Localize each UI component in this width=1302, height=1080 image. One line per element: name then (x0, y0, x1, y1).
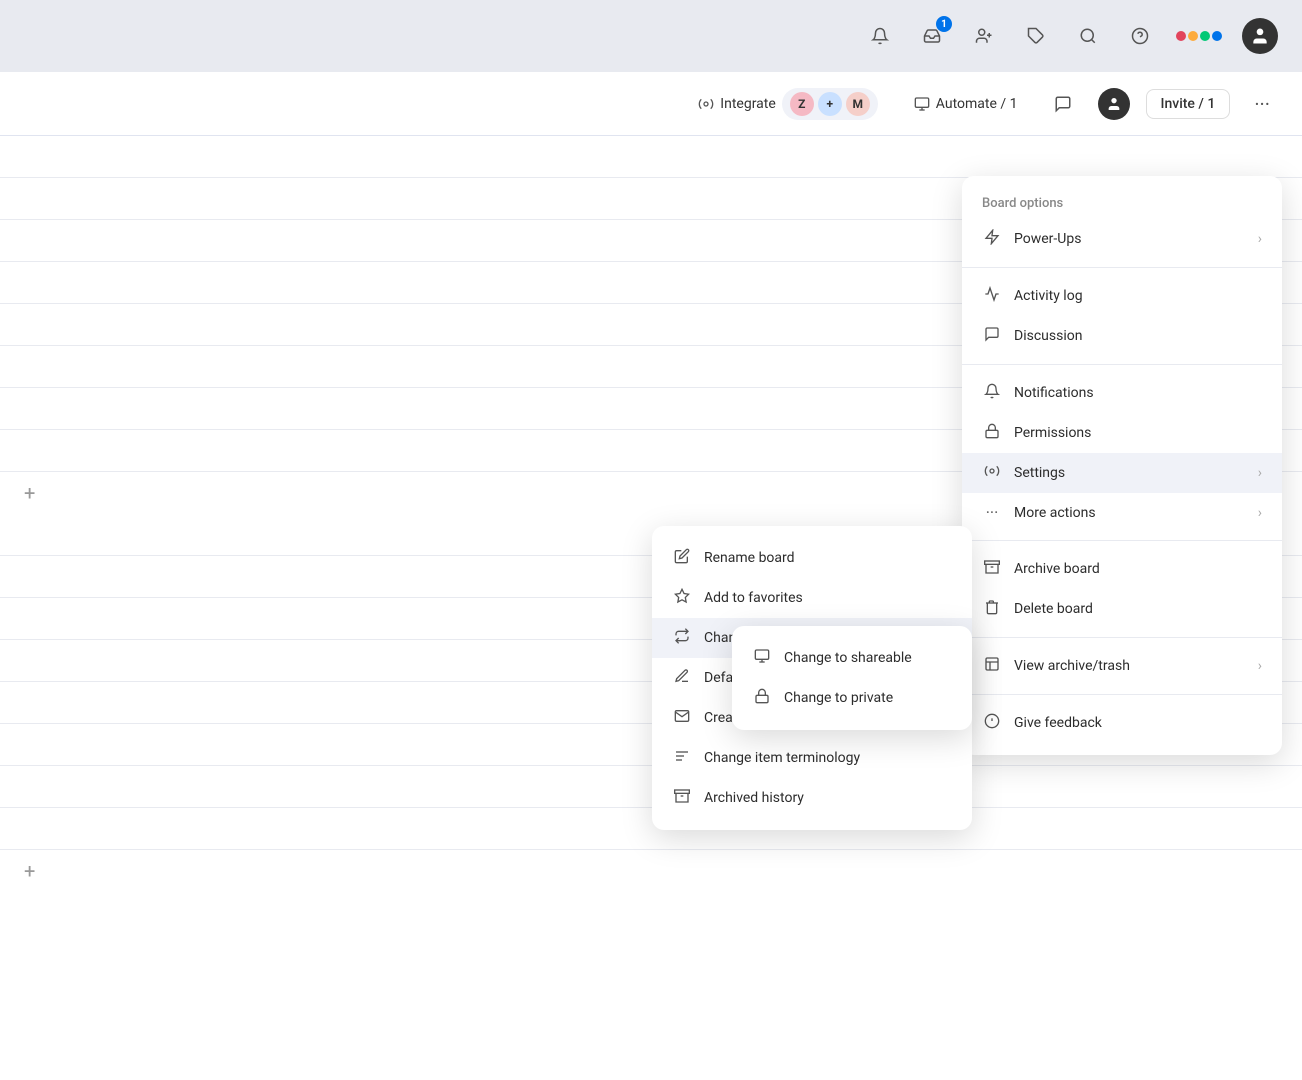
menu-item-power-ups[interactable]: Power-Ups › (962, 219, 1282, 259)
submenu-label-archived-history: Archived history (704, 790, 804, 806)
menu-item-discussion[interactable]: Discussion (962, 316, 1282, 356)
menu-label-delete-board: Delete board (1014, 601, 1093, 617)
divider-2 (962, 364, 1282, 365)
user-avatar[interactable] (1242, 18, 1278, 54)
notifications-menu-icon (982, 383, 1002, 403)
menu-label-settings: Settings (1014, 465, 1065, 481)
board-options-title: Board options (962, 188, 1282, 219)
menu-label-give-feedback: Give feedback (1014, 715, 1102, 731)
divider-3 (962, 540, 1282, 541)
favorites-icon (672, 588, 692, 608)
more-actions-icon: ··· (982, 503, 1002, 522)
default-values-icon (672, 668, 692, 688)
add-row-button-2[interactable]: + (0, 850, 1302, 892)
change-board-type-submenu: Change to shareable Change to private (732, 626, 972, 730)
menu-label-view-archive: View archive/trash (1014, 658, 1130, 674)
automate-button[interactable]: Automate / 1 (904, 90, 1028, 118)
divider-4 (962, 637, 1282, 638)
chevron-settings: › (1258, 465, 1262, 481)
menu-item-archive-board[interactable]: Archive board (962, 549, 1282, 589)
top-nav: 1 (0, 0, 1302, 72)
discussion-icon (982, 326, 1002, 346)
menu-item-delete-board[interactable]: Delete board (962, 589, 1282, 629)
submenu-label-add-favorites: Add to favorites (704, 590, 803, 606)
submenu-label-change-shareable: Change to shareable (784, 650, 912, 666)
comment-button[interactable] (1044, 89, 1082, 119)
integrate-label: Integrate (720, 96, 776, 112)
activity-log-icon (982, 286, 1002, 306)
integration-icon-1: Z (790, 92, 814, 116)
menu-item-activity-log[interactable]: Activity log (962, 276, 1282, 316)
change-board-type-icon (672, 628, 692, 648)
menu-item-give-feedback[interactable]: Give feedback (962, 703, 1282, 743)
menu-item-permissions[interactable]: Permissions (962, 413, 1282, 453)
shareable-icon (752, 648, 772, 668)
board-row-16 (0, 808, 1302, 850)
view-archive-icon (982, 656, 1002, 676)
integration-icon-2: + (818, 92, 842, 116)
menu-item-more-actions[interactable]: ··· More actions › (962, 493, 1282, 532)
integration-icon-3: M (846, 92, 870, 116)
feedback-icon (982, 713, 1002, 733)
board-row-15 (0, 766, 1302, 808)
delete-icon (982, 599, 1002, 619)
secondary-toolbar: Integrate Z + M Automate / 1 Invite / 1 … (0, 72, 1302, 136)
submenu-item-terminology[interactable]: Change item terminology (652, 738, 972, 778)
menu-label-power-ups: Power-Ups (1014, 231, 1081, 247)
settings-icon (982, 463, 1002, 483)
menu-label-more-actions: More actions (1014, 505, 1096, 521)
chevron-more-actions: › (1258, 505, 1262, 521)
integration-icons: Z + M (782, 88, 878, 120)
submenu-item-rename-board[interactable]: Rename board (652, 538, 972, 578)
menu-item-notifications[interactable]: Notifications (962, 373, 1282, 413)
create-email-icon (672, 708, 692, 728)
divider-5 (962, 694, 1282, 695)
chevron-power-ups: › (1258, 231, 1262, 247)
menu-label-activity-log: Activity log (1014, 288, 1083, 304)
invite-people-icon[interactable] (968, 20, 1000, 52)
submenu-label-change-private: Change to private (784, 690, 893, 706)
menu-item-settings[interactable]: Settings › (962, 453, 1282, 493)
extensions-icon[interactable] (1020, 20, 1052, 52)
power-ups-icon (982, 229, 1002, 249)
monday-logo (1176, 31, 1222, 41)
inbox-icon[interactable]: 1 (916, 20, 948, 52)
more-options-button[interactable]: ··· (1246, 88, 1278, 120)
menu-label-permissions: Permissions (1014, 425, 1091, 441)
inbox-badge: 1 (936, 16, 952, 32)
menu-label-notifications: Notifications (1014, 385, 1094, 401)
invite-button[interactable]: Invite / 1 (1146, 89, 1231, 119)
submenu-label-rename-board: Rename board (704, 550, 795, 566)
divider-1 (962, 267, 1282, 268)
private-icon (752, 688, 772, 708)
submenu-item-add-favorites[interactable]: Add to favorites (652, 578, 972, 618)
toolbar-avatar[interactable] (1098, 88, 1130, 120)
search-icon[interactable] (1072, 20, 1104, 52)
integrate-button[interactable]: Integrate Z + M (688, 82, 888, 126)
terminology-icon (672, 748, 692, 768)
menu-label-archive-board: Archive board (1014, 561, 1100, 577)
submenu-item-change-shareable[interactable]: Change to shareable (732, 638, 972, 678)
menu-label-discussion: Discussion (1014, 328, 1082, 344)
chevron-view-archive: › (1258, 658, 1262, 674)
submenu-item-change-private[interactable]: Change to private (732, 678, 972, 718)
archive-icon (982, 559, 1002, 579)
main-content: + + Board options Power-Ups › (0, 136, 1302, 1080)
invite-label: Invite / 1 (1161, 96, 1216, 112)
menu-item-view-archive[interactable]: View archive/trash › (962, 646, 1282, 686)
automate-label: Automate / 1 (936, 96, 1018, 112)
notifications-icon[interactable] (864, 20, 896, 52)
permissions-icon (982, 423, 1002, 443)
help-icon[interactable] (1124, 20, 1156, 52)
archived-history-icon (672, 788, 692, 808)
submenu-item-archived-history[interactable]: Archived history (652, 778, 972, 818)
board-row-1 (0, 136, 1302, 178)
submenu-label-terminology: Change item terminology (704, 750, 860, 766)
rename-icon (672, 548, 692, 568)
board-options-menu: Board options Power-Ups › (962, 176, 1282, 755)
